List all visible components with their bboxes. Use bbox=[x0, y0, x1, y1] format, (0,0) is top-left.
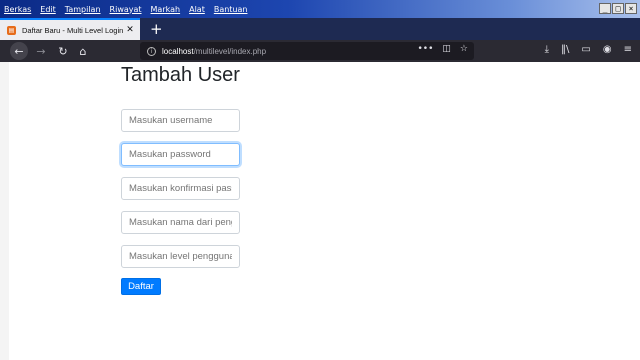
hamburger-menu-icon[interactable]: ≡ bbox=[624, 44, 632, 55]
tab-strip: ▤ Daftar Baru - Multi Level Login ✕ + bbox=[0, 18, 640, 40]
window-controls: _ □ × bbox=[599, 3, 637, 14]
close-window-icon[interactable]: × bbox=[625, 3, 637, 14]
username-field[interactable] bbox=[121, 109, 240, 132]
back-icon[interactable]: ← bbox=[10, 42, 28, 60]
register-button[interactable]: Daftar bbox=[121, 278, 161, 295]
pocket-icon[interactable]: ◫ bbox=[442, 44, 451, 54]
close-tab-icon[interactable]: ✕ bbox=[124, 25, 136, 35]
password-field[interactable] bbox=[121, 143, 240, 166]
menu-bar: Berkas Edit Tampilan Riwayat Markah Alat… bbox=[0, 0, 640, 18]
maximize-icon[interactable]: □ bbox=[612, 3, 624, 14]
page-icon: ▤ bbox=[7, 25, 16, 35]
url-actions: ••• ◫ ☆ bbox=[417, 44, 468, 54]
url-bar[interactable]: i localhost/multilevel/index.php ••• ◫ ☆ bbox=[140, 42, 474, 60]
minimize-icon[interactable]: _ bbox=[599, 3, 611, 14]
downloads-icon[interactable]: ⤓ bbox=[545, 44, 549, 55]
user-level-field[interactable] bbox=[121, 245, 240, 268]
page-title: Tambah User bbox=[121, 64, 240, 86]
bookmark-star-icon[interactable]: ☆ bbox=[460, 44, 468, 54]
forward-icon[interactable]: → bbox=[32, 42, 50, 60]
menu-alat[interactable]: Alat bbox=[189, 5, 205, 14]
home-icon[interactable]: ⌂ bbox=[74, 42, 92, 60]
menu-edit[interactable]: Edit bbox=[40, 5, 56, 14]
menu-tampilan[interactable]: Tampilan bbox=[65, 5, 101, 14]
library-icon[interactable]: ‖\ bbox=[561, 44, 569, 55]
toolbar-right: ⤓ ‖\ ▭ ◉ ≡ bbox=[545, 44, 632, 55]
page-content: Tambah User Daftar bbox=[9, 62, 640, 360]
url-host: localhost bbox=[162, 46, 194, 56]
menu-riwayat[interactable]: Riwayat bbox=[110, 5, 142, 14]
tab-title: Daftar Baru - Multi Level Login bbox=[22, 25, 124, 35]
more-actions-icon[interactable]: ••• bbox=[417, 44, 433, 54]
menu-bantuan[interactable]: Bantuan bbox=[214, 5, 248, 14]
sidebar-icon[interactable]: ▭ bbox=[581, 44, 590, 55]
tab-active[interactable]: ▤ Daftar Baru - Multi Level Login ✕ bbox=[0, 18, 140, 40]
menu-markah[interactable]: Markah bbox=[151, 5, 181, 14]
account-icon[interactable]: ◉ bbox=[603, 44, 612, 55]
new-tab-icon[interactable]: + bbox=[150, 19, 163, 39]
menu-berkas[interactable]: Berkas bbox=[4, 5, 31, 14]
reload-icon[interactable]: ↻ bbox=[54, 42, 72, 60]
info-icon[interactable]: i bbox=[147, 46, 156, 56]
full-name-field[interactable] bbox=[121, 211, 240, 234]
nav-bar: ← → ↻ ⌂ i localhost/multilevel/index.php… bbox=[0, 40, 640, 62]
url-path: /multilevel/index.php bbox=[193, 46, 267, 56]
confirm-password-field[interactable] bbox=[121, 177, 240, 200]
